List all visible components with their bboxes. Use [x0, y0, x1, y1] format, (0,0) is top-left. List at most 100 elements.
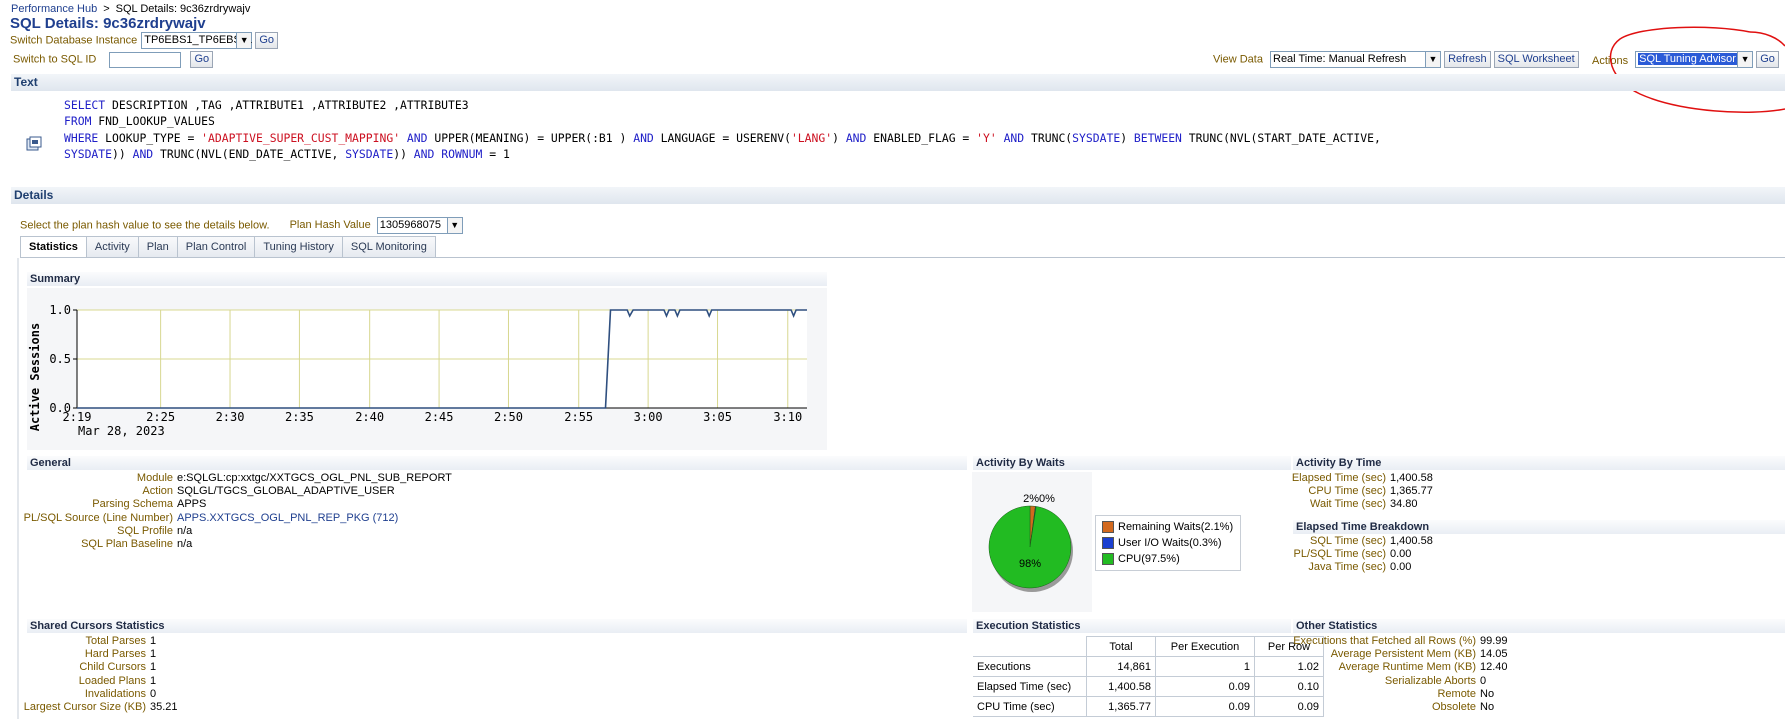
elapsed-breakdown-value: 1,400.58 — [1390, 535, 1433, 547]
plan-hint: Select the plan hash value to see the de… — [20, 219, 270, 232]
sqlid-label: Switch to SQL ID — [13, 53, 97, 66]
tab-underline — [20, 257, 1785, 258]
breadcrumb-performance-hub-link[interactable]: Performance Hub — [11, 3, 97, 15]
shared-cursors-value: 1 — [150, 674, 157, 687]
shared-cursors-label: Loaded Plans — [78, 674, 146, 687]
general-label: SQL Plan Baseline — [81, 538, 173, 550]
other-stats-label: Obsolete — [1431, 701, 1476, 713]
legend-swatch — [1102, 521, 1114, 534]
general-value: n/a — [177, 524, 193, 537]
x-tick-label: 2:25 — [146, 410, 175, 424]
y-tick-label: 0.5 — [49, 352, 71, 366]
x-tick-label: 2:45 — [425, 410, 454, 424]
general-value: SQLGL/TGCS_GLOBAL_ADAPTIVE_USER — [177, 485, 395, 498]
instance-select[interactable]: TP6EBS1_TP6EBS11 ▼ — [141, 32, 252, 49]
shared-cursors-header: Shared Cursors Statistics — [27, 619, 967, 633]
general-label: SQL Profile — [117, 524, 173, 537]
refresh-button[interactable]: Refresh — [1444, 51, 1491, 68]
x-tick-label: 2:35 — [285, 410, 314, 424]
pie-top-label: 2%0% — [1023, 493, 1055, 505]
general-value: n/a — [177, 538, 193, 550]
x-tick-label: 3:10 — [773, 410, 802, 424]
x-tick-label: 2:30 — [216, 410, 245, 424]
exec-stats-cell: 1,400.58 — [1086, 676, 1156, 697]
exec-stats-column-header — [973, 636, 1087, 657]
sql-worksheet-button[interactable]: SQL Worksheet — [1493, 51, 1579, 68]
elapsed-breakdown-value: 0.00 — [1390, 561, 1412, 573]
date-label: Mar 28, 2023 — [78, 424, 165, 438]
execution-statistics-header: Execution Statistics — [973, 619, 1291, 633]
exec-stats-column-header: Per Execution — [1155, 636, 1255, 657]
other-stats-value: 14.05 — [1480, 648, 1508, 661]
plan-hash-label: Plan Hash Value — [289, 219, 371, 232]
pie-slice — [988, 505, 1072, 589]
shared-cursors-label: Total Parses — [85, 635, 146, 647]
other-stats-label: Serializable Aborts — [1384, 674, 1476, 687]
other-stats-value: 0 — [1480, 674, 1487, 687]
activity-time-value: 1,400.58 — [1390, 472, 1433, 484]
elapsed-breakdown-label: PL/SQL Time (sec) — [1293, 548, 1386, 560]
shared-cursors-value: 0 — [150, 687, 157, 700]
tab-tuning-history[interactable]: Tuning History — [254, 236, 343, 257]
legend-swatch — [1102, 537, 1114, 550]
y-tick-label: 0.0 — [49, 401, 71, 415]
view-data-select[interactable]: Real Time: Manual Refresh ▼ — [1270, 51, 1441, 68]
breadcrumb-separator: > — [103, 3, 110, 15]
table-row: Executions 14,861 1 1.02 — [973, 656, 1324, 677]
x-tick-label: 3:05 — [703, 410, 732, 424]
summary-header: Summary — [27, 272, 827, 286]
instance-switch: Switch Database Instance TP6EBS1_TP6EBS1… — [10, 32, 278, 49]
details-section-header: Details — [11, 187, 1785, 204]
chevron-down-icon: ▼ — [1425, 52, 1440, 67]
activity-by-time-header: Activity By Time — [1293, 456, 1785, 470]
waits-pie-area: 2%0% 98% — [972, 472, 1092, 612]
other-stats-label: Executions that Fetched all Rows (%) — [1293, 635, 1476, 647]
tab-sql-monitoring[interactable]: SQL Monitoring — [341, 236, 436, 257]
instance-go-button[interactable]: Go — [255, 32, 278, 49]
instance-label: Switch Database Instance — [10, 34, 138, 47]
general-label: Action — [142, 485, 173, 498]
copy-sql-icon[interactable] — [26, 136, 42, 151]
exec-stats-cell: 0.09 — [1254, 696, 1324, 717]
legend-item: Remaining Waits(2.1%) — [1102, 519, 1234, 535]
text-section-header: Text — [11, 74, 1785, 91]
general-value: APPS — [177, 498, 207, 511]
activity-time-label: CPU Time (sec) — [1308, 485, 1386, 497]
breadcrumb-current: SQL Details: 9c36zrdrywajv — [115, 3, 251, 15]
active-sessions-chart: 2:19 2:25 2:30 2:35 2:40 2:45 2:50 2:55 3:00 3:05… — [28, 303, 872, 438]
x-tick-label: 2:40 — [355, 410, 384, 424]
sqlid-input[interactable] — [109, 51, 182, 68]
shared-cursors-label: Hard Parses — [84, 648, 146, 661]
sql-text: SELECT DESCRIPTION ,TAG ,ATTRIBUTE1 ,ATT… — [64, 98, 1381, 161]
activity-time-value: 34.80 — [1390, 498, 1418, 510]
legend-label: User I/O Waits(0.3%) — [1118, 537, 1222, 549]
view-data-bar: View Data Real Time: Manual Refresh ▼ Ref… — [1213, 51, 1579, 68]
y-axis-label: Active Sessions — [28, 323, 42, 431]
tab-bar: Statistics Activity Plan Plan Control Tuning… — [20, 236, 436, 258]
shared-cursors-value: 1 — [150, 648, 157, 661]
content-left-border — [17, 258, 19, 719]
table-row: CPU Time (sec) 1,365.77 0.09 0.09 — [973, 696, 1324, 717]
other-stats-value: 99.99 — [1480, 635, 1508, 647]
exec-stats-cell: 1,365.77 — [1086, 696, 1156, 717]
legend-swatch — [1102, 553, 1114, 566]
tab-plan-control[interactable]: Plan Control — [176, 236, 256, 257]
plsql-source-link[interactable]: APPS.XXTGCS_OGL_PNL_REP_PKG (712) — [177, 512, 398, 525]
plan-hash-select[interactable]: 1305968075 ▼ — [376, 217, 463, 234]
general-label: Module — [136, 472, 173, 484]
waits-pie-chart: 2%0% 98% — [988, 493, 1073, 592]
tab-plan[interactable]: Plan — [137, 236, 178, 257]
general-value: e:SQLGL:cp:xxtgc/XXTGCS_OGL_PNL_SUB_REPO… — [177, 472, 452, 484]
activity-time-label: Elapsed Time (sec) — [1291, 472, 1386, 484]
exec-stats-cell: 0.10 — [1254, 676, 1324, 697]
shared-cursors-label: Invalidations — [84, 687, 146, 700]
exec-stats-cell: 0.09 — [1155, 696, 1255, 717]
exec-stats-cell: 0.09 — [1155, 676, 1255, 697]
tab-activity[interactable]: Activity — [85, 236, 139, 257]
tab-statistics[interactable]: Statistics — [20, 236, 87, 258]
exec-stats-row-label: Elapsed Time (sec) — [973, 676, 1087, 697]
sqlid-go-button[interactable]: Go — [190, 51, 214, 68]
pie-main-label: 98% — [1019, 558, 1041, 570]
chevron-down-icon: ▼ — [236, 33, 252, 48]
x-tick-label: 3:00 — [634, 410, 663, 424]
